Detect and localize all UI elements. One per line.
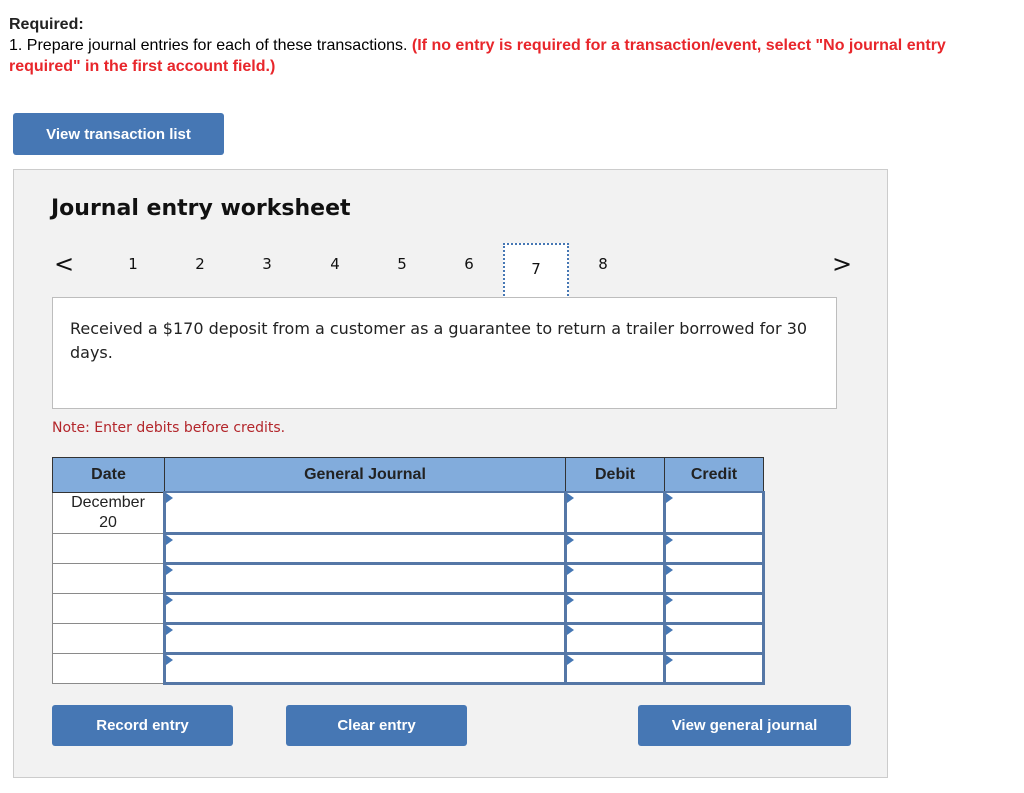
cell-flag-icon — [666, 594, 673, 605]
debit-input[interactable] — [564, 491, 666, 535]
table-header-row: Date General Journal Debit Credit — [52, 457, 764, 493]
table-row: December 20 — [52, 491, 765, 535]
date-cell — [52, 532, 165, 564]
cell-flag-icon — [567, 624, 574, 635]
tab-3[interactable]: 3 — [252, 255, 282, 273]
debit-input[interactable] — [564, 532, 666, 565]
cell-flag-icon — [166, 624, 173, 635]
cell-flag-icon — [666, 534, 673, 545]
debit-input[interactable] — [564, 562, 666, 595]
date-cell — [52, 592, 165, 624]
debits-note: Note: Enter debits before credits. — [52, 420, 286, 436]
cell-flag-icon — [666, 624, 673, 635]
required-heading: Required: — [9, 16, 84, 33]
credit-input[interactable] — [663, 652, 765, 685]
tab-5[interactable]: 5 — [387, 255, 417, 273]
cell-flag-icon — [166, 534, 173, 545]
tab-2[interactable]: 2 — [185, 255, 215, 273]
transaction-description: Received a $170 deposit from a customer … — [52, 297, 837, 409]
account-input[interactable] — [163, 532, 567, 565]
date-month: December — [71, 493, 145, 511]
account-input[interactable] — [163, 592, 567, 625]
debit-input[interactable] — [564, 622, 666, 655]
table-row — [52, 562, 765, 595]
clear-entry-button[interactable]: Clear entry — [286, 705, 467, 746]
credit-input[interactable] — [663, 532, 765, 565]
date-cell — [52, 622, 165, 654]
view-general-journal-button[interactable]: View general journal — [638, 705, 851, 746]
account-input[interactable] — [163, 652, 567, 685]
requirements: Required: 1. Prepare journal entries for… — [9, 14, 1009, 77]
record-entry-button[interactable]: Record entry — [52, 705, 233, 746]
table-row — [52, 652, 765, 685]
date-day: 20 — [99, 513, 117, 531]
cell-flag-icon — [567, 594, 574, 605]
view-transaction-list-button[interactable]: View transaction list — [13, 113, 224, 155]
chevron-left-icon[interactable]: < — [54, 250, 74, 278]
tab-8[interactable]: 8 — [588, 255, 618, 273]
debit-input[interactable] — [564, 592, 666, 625]
chevron-right-icon[interactable]: > — [832, 250, 852, 278]
account-input[interactable] — [163, 491, 567, 535]
instruction-text: 1. Prepare journal entries for each of t… — [9, 37, 412, 54]
cell-flag-icon — [666, 564, 673, 575]
account-input[interactable] — [163, 622, 567, 655]
tab-4[interactable]: 4 — [320, 255, 350, 273]
cell-flag-icon — [166, 564, 173, 575]
header-general-journal: General Journal — [164, 457, 566, 493]
debit-input[interactable] — [564, 652, 666, 685]
table-row — [52, 592, 765, 625]
journal-table: Date General Journal Debit Credit Decemb… — [52, 457, 765, 685]
table-row — [52, 622, 765, 655]
date-cell — [52, 562, 165, 594]
credit-input[interactable] — [663, 622, 765, 655]
header-date: Date — [52, 457, 165, 493]
table-row — [52, 532, 765, 565]
credit-input[interactable] — [663, 491, 765, 535]
tab-7-active[interactable]: 7 — [503, 243, 569, 300]
tab-1[interactable]: 1 — [118, 255, 148, 273]
cell-flag-icon — [166, 594, 173, 605]
cell-flag-icon — [567, 493, 574, 503]
credit-input[interactable] — [663, 592, 765, 625]
header-credit: Credit — [664, 457, 764, 493]
cell-flag-icon — [567, 654, 574, 665]
account-input[interactable] — [163, 562, 567, 595]
cell-flag-icon — [666, 493, 673, 503]
header-debit: Debit — [565, 457, 665, 493]
tab-6[interactable]: 6 — [454, 255, 484, 273]
date-cell: December 20 — [52, 491, 165, 534]
date-cell — [52, 652, 165, 684]
cell-flag-icon — [666, 654, 673, 665]
cell-flag-icon — [567, 564, 574, 575]
cell-flag-icon — [166, 493, 173, 503]
worksheet-title: Journal entry worksheet — [51, 196, 351, 221]
cell-flag-icon — [166, 654, 173, 665]
cell-flag-icon — [567, 534, 574, 545]
credit-input[interactable] — [663, 562, 765, 595]
